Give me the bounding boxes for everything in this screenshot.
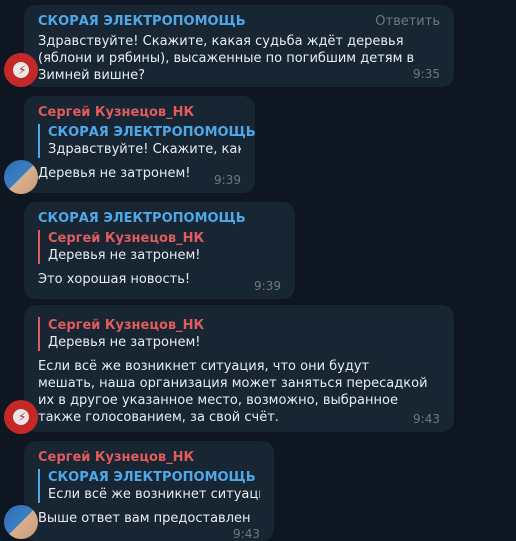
quote-text: Здравствуйте! Скажите, какая... (48, 142, 241, 157)
quote-author: Сергей Кузнецов_НК (48, 231, 205, 246)
message-time: 9:39 (254, 279, 281, 293)
reply-quote[interactable]: Сергей Кузнецов_НК Деревья не затронем! (38, 230, 281, 264)
quote-text: Деревья не затронем! (48, 335, 201, 350)
avatar[interactable]: ⚡ (4, 53, 38, 87)
message-text: Деревья не затронем! (38, 166, 191, 181)
sender-name[interactable]: СКОРАЯ ЭЛЕКТРОПОМОЩЬ (38, 210, 281, 227)
message-time: 9:43 (413, 412, 440, 426)
message-text: Это хорошая новость! (38, 272, 191, 287)
quote-author: СКОРАЯ ЭЛЕКТРОПОМОЩЬ (48, 470, 256, 485)
sender-name[interactable]: Сергей Кузнецов_НК (38, 449, 260, 466)
message-text: Выше ответ вам предоставлен (38, 511, 251, 526)
reply-quote[interactable]: Сергей Кузнецов_НК Деревья не затронем! (38, 317, 440, 351)
message-bubble[interactable]: СКОРАЯ ЭЛЕКТРОПОМОЩЬ Сергей Кузнецов_НК … (24, 202, 295, 299)
sender-name[interactable]: Сергей Кузнецов_НК (38, 104, 241, 121)
lightning-icon: ⚡ (18, 410, 27, 424)
message-time: 9:39 (214, 173, 241, 187)
avatar[interactable] (4, 160, 38, 194)
reply-quote[interactable]: СКОРАЯ ЭЛЕКТРОПОМОЩЬ Если всё же возникн… (38, 469, 260, 503)
quote-text: Деревья не затронем! (48, 248, 201, 263)
quote-author: Сергей Кузнецов_НК (48, 318, 205, 333)
message-bubble[interactable]: Сергей Кузнецов_НК Деревья не затронем! … (4, 305, 454, 434)
quote-text: Если всё же возникнет ситуация, ... (48, 487, 260, 502)
message-time: 9:43 (233, 527, 260, 541)
reply-button[interactable]: Ответить (375, 13, 440, 30)
message-bubble[interactable]: СКОРАЯ ЭЛЕКТРОПОМОЩЬ Ответить Здравствуй… (4, 5, 454, 87)
reply-quote[interactable]: СКОРАЯ ЭЛЕКТРОПОМОЩЬ Здравствуйте! Скажи… (38, 124, 256, 158)
message-bubble[interactable]: Сергей Кузнецов_НК СКОРАЯ ЭЛЕКТРОПОМОЩЬ … (4, 96, 256, 194)
message-text: Если всё же возникнет ситуация, что они … (38, 359, 428, 425)
lightning-icon: ⚡ (18, 63, 27, 77)
chat-history[interactable]: СКОРАЯ ЭЛЕКТРОПОМОЩЬ Ответить Здравствуй… (0, 0, 516, 541)
message-bubble[interactable]: Сергей Кузнецов_НК СКОРАЯ ЭЛЕКТРОПОМОЩЬ … (4, 441, 274, 541)
message-time: 9:35 (413, 67, 440, 81)
message-text: Здравствуйте! Скажите, какая судьба ждёт… (38, 34, 415, 83)
avatar[interactable]: ⚡ (4, 400, 38, 434)
quote-author: СКОРАЯ ЭЛЕКТРОПОМОЩЬ (48, 125, 256, 140)
